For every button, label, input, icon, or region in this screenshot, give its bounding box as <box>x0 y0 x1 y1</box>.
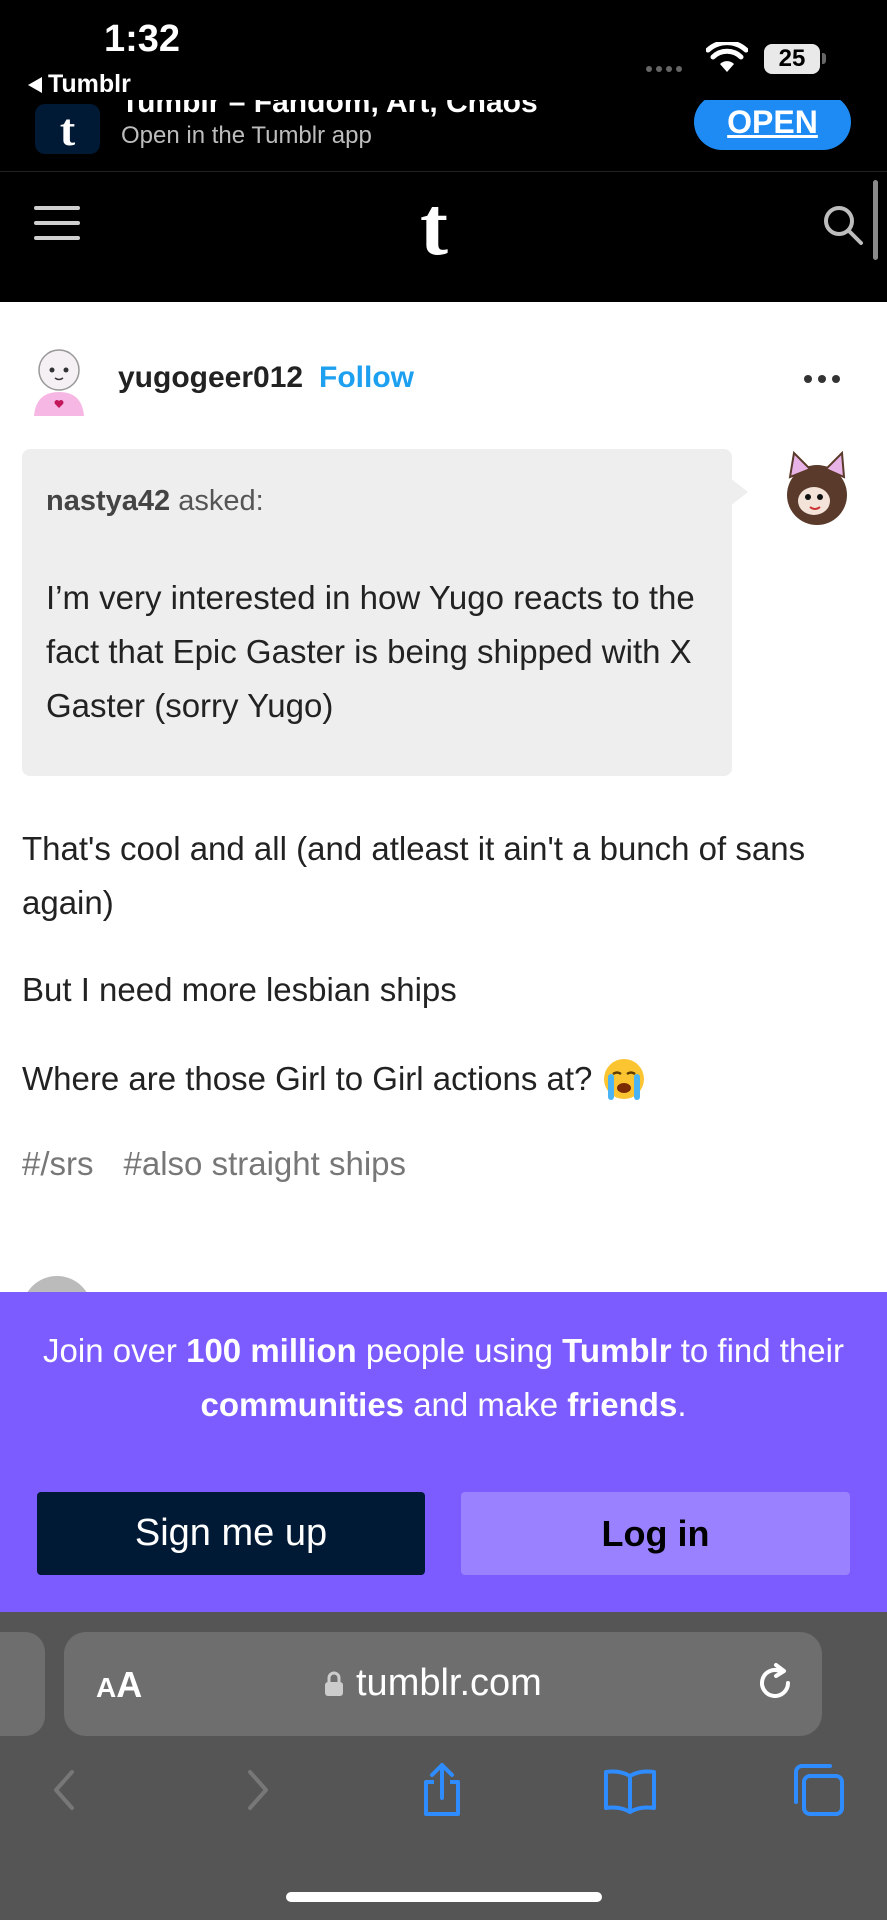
tag-link[interactable]: #/srs <box>22 1145 94 1183</box>
banner-title: Tumblr – Fandom, Art, Chaos <box>121 100 538 119</box>
crying-face-emoji-icon <box>604 1059 645 1100</box>
post-paragraph-with-emoji: Where are those Girl to Girl actions at? <box>22 1052 862 1106</box>
wifi-icon <box>706 42 748 72</box>
lock-icon <box>325 1671 343 1696</box>
post-paragraph: But I need more lesbian ships <box>22 971 457 1008</box>
ask-bubble-tail <box>730 478 748 506</box>
asked-label: asked: <box>178 485 264 517</box>
reload-icon[interactable] <box>754 1662 796 1704</box>
battery-icon: 25 <box>764 44 820 74</box>
top-nav: t <box>0 172 887 302</box>
back-to-app-link[interactable]: Tumblr <box>28 70 131 99</box>
asker-avatar[interactable] <box>772 447 862 537</box>
app-banner: t Tumblr – Fandom, Art, Chaos Open in th… <box>0 100 887 172</box>
tabs-icon[interactable] <box>790 1762 846 1818</box>
bookmarks-icon[interactable] <box>602 1762 658 1818</box>
signup-text: Join over 100 million people using Tumbl… <box>43 1332 844 1423</box>
asker-line: nastya42 asked: <box>46 485 264 518</box>
more-options-icon[interactable] <box>804 375 840 383</box>
open-app-button[interactable]: OPEN <box>694 100 851 150</box>
url-text: tumblr.com <box>356 1662 542 1704</box>
previous-tab-peek[interactable] <box>0 1632 45 1736</box>
signup-banner: Join over 100 million people using Tumbl… <box>0 1292 887 1612</box>
post: yugogeer012 Follow nastya42 asked: I’m v… <box>0 302 887 1306</box>
banner-subtitle: Open in the Tumblr app <box>121 122 372 149</box>
post-paragraph-text: Where are those Girl to Girl actions at? <box>22 1060 593 1097</box>
back-arrow-icon <box>28 76 42 93</box>
browser-toolbar: AA tumblr.com <box>0 1612 887 1920</box>
tumblr-logo-icon: t <box>35 104 100 155</box>
log-in-button[interactable]: Log in <box>461 1492 850 1575</box>
search-icon[interactable] <box>822 204 864 246</box>
share-icon[interactable] <box>414 1762 470 1818</box>
blog-avatar[interactable] <box>22 342 96 416</box>
blog-username[interactable]: yugogeer012 <box>118 361 303 395</box>
back-app-label: Tumblr <box>48 70 131 98</box>
status-bar: 1:32 Tumblr 25 <box>0 0 887 100</box>
menu-icon[interactable] <box>34 206 80 242</box>
tag-link[interactable]: #also straight ships <box>124 1145 406 1183</box>
scroll-indicator <box>873 180 878 260</box>
ask-question: I’m very interested in how Yugo reacts t… <box>46 579 695 724</box>
asker-name[interactable]: nastya42 <box>46 485 170 517</box>
tumblr-home-logo[interactable]: t <box>420 178 448 275</box>
home-indicator[interactable] <box>286 1892 602 1902</box>
clock: 1:32 <box>104 18 181 60</box>
url-display[interactable]: tumblr.com <box>324 1662 542 1705</box>
forward-icon[interactable] <box>228 1762 284 1818</box>
reader-options-button[interactable]: AA <box>96 1664 142 1706</box>
address-bar[interactable]: AA tumblr.com <box>64 1632 822 1736</box>
post-tags: #/srs #also straight ships <box>22 1145 406 1183</box>
follow-button[interactable]: Follow <box>319 361 414 395</box>
post-paragraph: That's cool and all (and atleast it ain'… <box>22 830 806 921</box>
ask-box: nastya42 asked: I’m very interested in h… <box>22 449 732 776</box>
back-icon[interactable] <box>38 1762 94 1818</box>
cellular-signal-icon <box>646 66 682 72</box>
battery-tip <box>822 53 826 64</box>
sign-up-button[interactable]: Sign me up <box>37 1492 425 1575</box>
